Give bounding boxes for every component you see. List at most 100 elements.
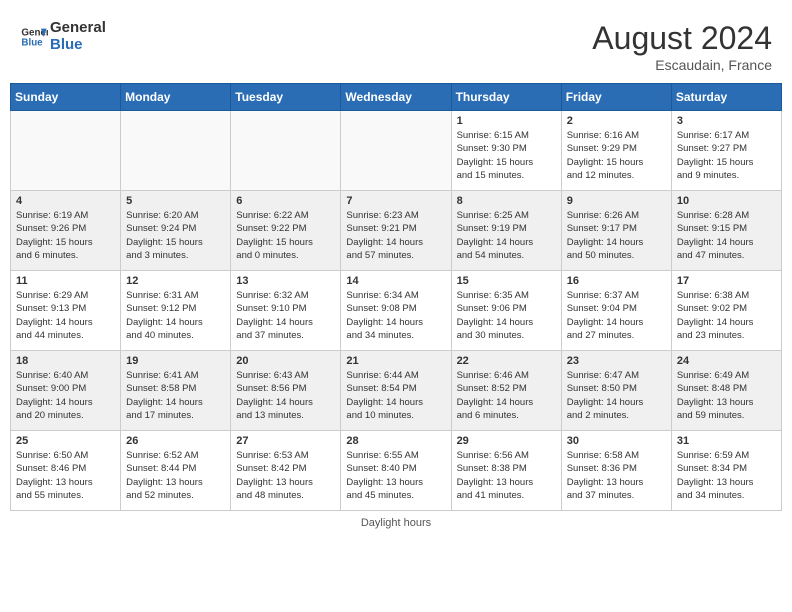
day-info: Sunrise: 6:59 AM Sunset: 8:34 PM Dayligh… [677,449,776,502]
day-info: Sunrise: 6:15 AM Sunset: 9:30 PM Dayligh… [457,129,556,182]
calendar-week-row: 25Sunrise: 6:50 AM Sunset: 8:46 PM Dayli… [11,431,782,511]
day-number: 13 [236,275,335,287]
day-info: Sunrise: 6:37 AM Sunset: 9:04 PM Dayligh… [567,289,666,342]
calendar-cell: 8 Sunrise: 6:25 AM Sunset: 9:19 PM Daylig… [451,191,561,271]
calendar-cell [341,111,451,191]
calendar-cell: 25Sunrise: 6:50 AM Sunset: 8:46 PM Dayli… [11,431,121,511]
calendar-table: SundayMondayTuesdayWednesdayThursdayFrid… [10,83,782,511]
calendar-cell: 31 Sunrise: 6:59 AM Sunset: 8:34 PM Dayli… [671,431,781,511]
day-info: Sunrise: 6:19 AM Sunset: 9:26 PM Dayligh… [16,209,115,262]
month-year-title: August 2024 [592,20,772,57]
col-header-thursday: Thursday [451,84,561,111]
day-info: Sunrise: 6:47 AM Sunset: 8:50 PM Dayligh… [567,369,666,422]
calendar-cell: 19 Sunrise: 6:41 AM Sunset: 8:58 PM Dayli… [121,351,231,431]
day-number: 31 [677,435,776,447]
calendar-week-row: 4 Sunrise: 6:19 AM Sunset: 9:26 PM Daylig… [11,191,782,271]
day-info: Sunrise: 6:38 AM Sunset: 9:02 PM Dayligh… [677,289,776,342]
col-header-wednesday: Wednesday [341,84,451,111]
day-number: 10 [677,195,776,207]
day-info: Sunrise: 6:25 AM Sunset: 9:19 PM Dayligh… [457,209,556,262]
day-info: Sunrise: 6:52 AM Sunset: 8:44 PM Dayligh… [126,449,225,502]
day-number: 9 [567,195,666,207]
calendar-cell: 4 Sunrise: 6:19 AM Sunset: 9:26 PM Daylig… [11,191,121,271]
calendar-cell: 28Sunrise: 6:55 AM Sunset: 8:40 PM Dayli… [341,431,451,511]
calendar-cell: 17 Sunrise: 6:38 AM Sunset: 9:02 PM Dayli… [671,271,781,351]
day-number: 16 [567,275,666,287]
day-number: 25 [16,435,115,447]
day-number: 24 [677,355,776,367]
col-header-saturday: Saturday [671,84,781,111]
day-info: Sunrise: 6:53 AM Sunset: 8:42 PM Dayligh… [236,449,335,502]
calendar-cell: 9 Sunrise: 6:26 AM Sunset: 9:17 PM Daylig… [561,191,671,271]
calendar-week-row: 18Sunrise: 6:40 AM Sunset: 9:00 PM Dayli… [11,351,782,431]
logo-line2: Blue [50,37,106,54]
day-info: Sunrise: 6:55 AM Sunset: 8:40 PM Dayligh… [346,449,445,502]
calendar-cell [121,111,231,191]
day-info: Sunrise: 6:58 AM Sunset: 8:36 PM Dayligh… [567,449,666,502]
day-number: 11 [16,275,115,287]
title-section: August 2024 Escaudain, France [592,20,772,73]
calendar-cell: 14Sunrise: 6:34 AM Sunset: 9:08 PM Dayli… [341,271,451,351]
svg-text:Blue: Blue [21,37,43,48]
calendar-cell: 2Sunrise: 6:16 AM Sunset: 9:29 PM Daylig… [561,111,671,191]
day-info: Sunrise: 6:26 AM Sunset: 9:17 PM Dayligh… [567,209,666,262]
day-number: 12 [126,275,225,287]
calendar-cell: 5 Sunrise: 6:20 AM Sunset: 9:24 PM Daylig… [121,191,231,271]
logo-line1: General [50,20,106,37]
calendar-cell: 15Sunrise: 6:35 AM Sunset: 9:06 PM Dayli… [451,271,561,351]
location-subtitle: Escaudain, France [592,57,772,73]
calendar-header-row: SundayMondayTuesdayWednesdayThursdayFrid… [11,84,782,111]
day-number: 8 [457,195,556,207]
day-info: Sunrise: 6:46 AM Sunset: 8:52 PM Dayligh… [457,369,556,422]
day-info: Sunrise: 6:34 AM Sunset: 9:08 PM Dayligh… [346,289,445,342]
calendar-week-row: 11 Sunrise: 6:29 AM Sunset: 9:13 PM Dayli… [11,271,782,351]
calendar-cell: 10 Sunrise: 6:28 AM Sunset: 9:15 PM Dayli… [671,191,781,271]
day-info: Sunrise: 6:49 AM Sunset: 8:48 PM Dayligh… [677,369,776,422]
col-header-friday: Friday [561,84,671,111]
logo-icon: General Blue [20,23,48,51]
day-number: 26 [126,435,225,447]
calendar-cell [11,111,121,191]
day-number: 3 [677,115,776,127]
day-info: Sunrise: 6:44 AM Sunset: 8:54 PM Dayligh… [346,369,445,422]
calendar-cell: 22 Sunrise: 6:46 AM Sunset: 8:52 PM Dayli… [451,351,561,431]
day-info: Sunrise: 6:35 AM Sunset: 9:06 PM Dayligh… [457,289,556,342]
calendar-cell: 12 Sunrise: 6:31 AM Sunset: 9:12 PM Dayli… [121,271,231,351]
logo: General Blue General Blue [20,20,106,53]
day-info: Sunrise: 6:22 AM Sunset: 9:22 PM Dayligh… [236,209,335,262]
day-info: Sunrise: 6:17 AM Sunset: 9:27 PM Dayligh… [677,129,776,182]
day-number: 30 [567,435,666,447]
day-info: Sunrise: 6:20 AM Sunset: 9:24 PM Dayligh… [126,209,225,262]
day-number: 7 [346,195,445,207]
day-number: 6 [236,195,335,207]
calendar-cell: 7 Sunrise: 6:23 AM Sunset: 9:21 PM Daylig… [341,191,451,271]
calendar-cell: 3 Sunrise: 6:17 AM Sunset: 9:27 PM Daylig… [671,111,781,191]
day-info: Sunrise: 6:16 AM Sunset: 9:29 PM Dayligh… [567,129,666,182]
calendar-cell: 13 Sunrise: 6:32 AM Sunset: 9:10 PM Dayli… [231,271,341,351]
calendar-cell: 6 Sunrise: 6:22 AM Sunset: 9:22 PM Daylig… [231,191,341,271]
footer-note: Daylight hours [10,517,782,529]
day-number: 19 [126,355,225,367]
day-number: 17 [677,275,776,287]
calendar-cell: 16 Sunrise: 6:37 AM Sunset: 9:04 PM Dayli… [561,271,671,351]
col-header-sunday: Sunday [11,84,121,111]
day-info: Sunrise: 6:31 AM Sunset: 9:12 PM Dayligh… [126,289,225,342]
calendar-cell: 24 Sunrise: 6:49 AM Sunset: 8:48 PM Dayli… [671,351,781,431]
day-info: Sunrise: 6:23 AM Sunset: 9:21 PM Dayligh… [346,209,445,262]
calendar-cell: 26 Sunrise: 6:52 AM Sunset: 8:44 PM Dayli… [121,431,231,511]
day-number: 29 [457,435,556,447]
day-number: 20 [236,355,335,367]
calendar-cell: 1Sunrise: 6:15 AM Sunset: 9:30 PM Daylig… [451,111,561,191]
day-info: Sunrise: 6:41 AM Sunset: 8:58 PM Dayligh… [126,369,225,422]
col-header-monday: Monday [121,84,231,111]
day-number: 4 [16,195,115,207]
day-info: Sunrise: 6:40 AM Sunset: 9:00 PM Dayligh… [16,369,115,422]
day-number: 5 [126,195,225,207]
day-number: 22 [457,355,556,367]
day-info: Sunrise: 6:28 AM Sunset: 9:15 PM Dayligh… [677,209,776,262]
day-number: 21 [346,355,445,367]
day-number: 27 [236,435,335,447]
day-info: Sunrise: 6:32 AM Sunset: 9:10 PM Dayligh… [236,289,335,342]
calendar-cell: 21 Sunrise: 6:44 AM Sunset: 8:54 PM Dayli… [341,351,451,431]
day-info: Sunrise: 6:29 AM Sunset: 9:13 PM Dayligh… [16,289,115,342]
